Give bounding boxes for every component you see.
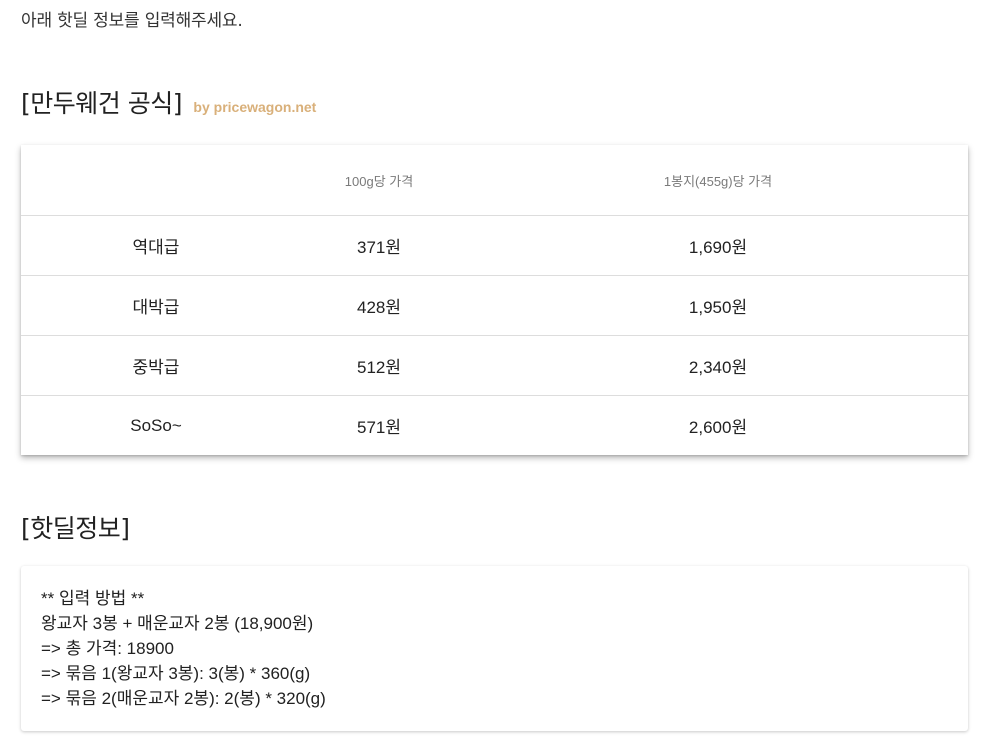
hotdeal-instructions: ** 입력 방법 ** 왕교자 3봉 + 매운교자 2봉 (18,900원) =…: [41, 586, 326, 711]
table-header-row: 100g당 가격 1봉지(455g)당 가격: [21, 145, 968, 216]
instruction-line: 왕교자 3봉 + 매운교자 2봉 (18,900원): [41, 614, 314, 633]
grade-cell: 대박급: [132, 298, 180, 317]
instruction-line: ** 입력 방법 **: [41, 589, 145, 608]
table-row: 역대급 371원 1,690원: [21, 216, 968, 276]
per-100g-cell: 512원: [356, 358, 401, 377]
instruction-line: => 묶음 2(매운교자 2봉): 2(봉) * 320(g): [41, 689, 326, 708]
per-bag-cell: 2,340원: [688, 358, 748, 377]
column-header-per-100g: 100g당 가격: [344, 173, 414, 189]
table-row: 중박급 512원 2,340원: [21, 336, 968, 396]
hotdeal-section-title: [핫딜정보]: [21, 514, 130, 543]
grade-cell: SoSo~: [130, 415, 182, 435]
hotdeal-info-card: ** 입력 방법 ** 왕교자 3봉 + 매운교자 2봉 (18,900원) =…: [21, 566, 968, 731]
column-header-per-bag: 1봉지(455g)당 가격: [663, 173, 773, 189]
table-row: SoSo~ 571원 2,600원: [21, 396, 968, 455]
per-bag-cell: 2,600원: [688, 418, 748, 437]
source-link[interactable]: by pricewagon.net: [193, 99, 316, 115]
official-title: [만두웨건 공식]: [21, 89, 182, 118]
per-bag-cell: 1,950원: [688, 298, 748, 317]
instruction-line: => 묶음 1(왕교자 3봉): 3(봉) * 360(g): [41, 664, 311, 683]
per-100g-cell: 371원: [356, 238, 401, 257]
grade-cell: 역대급: [132, 238, 180, 257]
per-bag-cell: 1,690원: [688, 238, 748, 257]
official-section-title: [만두웨건 공식] by pricewagon.net: [21, 84, 316, 120]
price-table: 100g당 가격 1봉지(455g)당 가격 역대급 371원 1,690원 대…: [21, 145, 968, 455]
table-row: 대박급 428원 1,950원: [21, 276, 968, 336]
per-100g-cell: 571원: [356, 418, 401, 437]
instruction-line: => 총 가격: 18900: [41, 639, 174, 658]
intro-text: 아래 핫딜 정보를 입력해주세요.: [21, 11, 243, 31]
column-header-grade: [81, 145, 231, 215]
per-100g-cell: 428원: [356, 298, 401, 317]
grade-cell: 중박급: [132, 358, 180, 377]
